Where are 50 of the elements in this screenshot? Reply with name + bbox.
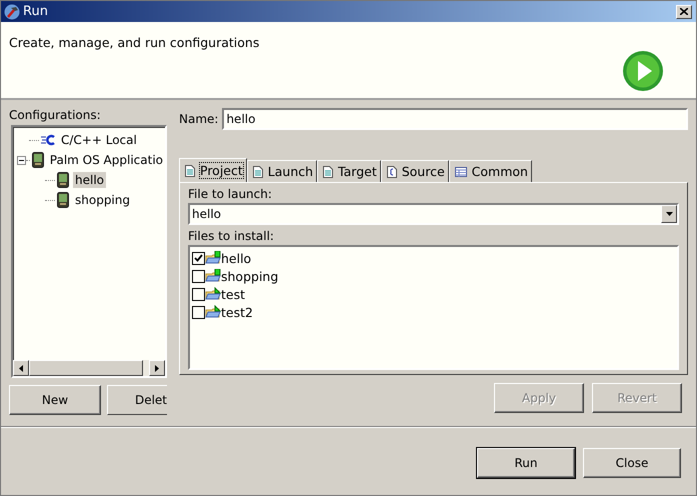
- folder-lib-icon: [205, 305, 221, 319]
- document-icon: [185, 164, 195, 176]
- file-item[interactable]: test2: [221, 304, 253, 320]
- folder-app-icon: [205, 251, 221, 265]
- folder-lib-icon: [205, 287, 221, 301]
- tree-item[interactable]: shopping: [73, 192, 132, 208]
- tab[interactable]: Launch: [246, 160, 318, 182]
- handheld-icon: [32, 152, 44, 168]
- file-to-launch-label: File to launch:: [188, 187, 273, 201]
- checkbox[interactable]: [192, 270, 205, 282]
- name-label: Name:: [179, 112, 218, 126]
- file-item[interactable]: hello: [221, 250, 252, 266]
- tab[interactable]: Target: [317, 160, 381, 182]
- dropdown-arrow-icon: [666, 212, 672, 216]
- folder-app-icon: [205, 269, 221, 283]
- dialog-button[interactable]: Run: [477, 448, 575, 478]
- checkbox[interactable]: [192, 252, 205, 264]
- document-icon: [252, 166, 263, 178]
- hammer-icon: [4, 4, 20, 20]
- configurations-label: Configurations:: [9, 108, 102, 122]
- config-button[interactable]: Delet: [107, 385, 167, 415]
- tree-item[interactable]: C/C++ Local: [59, 132, 139, 148]
- play-icon: [622, 50, 664, 92]
- close-button[interactable]: [676, 4, 692, 18]
- source-file-icon: [386, 166, 397, 178]
- tab[interactable]: Source: [380, 160, 449, 182]
- tab[interactable]: Common: [448, 160, 532, 182]
- checkbox[interactable]: [192, 306, 205, 318]
- checkbox[interactable]: [192, 288, 205, 300]
- left-arrow-icon: [19, 364, 23, 372]
- name-field[interactable]: hello: [222, 108, 688, 130]
- cpp-icon: [41, 134, 55, 146]
- tab[interactable]: Project: [179, 158, 247, 182]
- file-item[interactable]: test: [221, 286, 246, 302]
- dialog-button[interactable]: Close: [583, 448, 681, 478]
- header-message: Create, manage, and run configurations: [9, 35, 260, 50]
- config-button[interactable]: New: [9, 385, 101, 415]
- document-icon: [323, 166, 334, 178]
- files-to-install-label: Files to install:: [188, 229, 275, 243]
- handheld-icon: [57, 192, 69, 208]
- tree-item[interactable]: Palm OS Applicatio: [48, 152, 165, 168]
- close-icon: [680, 8, 688, 15]
- tree-item[interactable]: hello: [73, 172, 106, 188]
- window-title: Run: [23, 4, 49, 19]
- table-icon: [454, 166, 467, 176]
- right-arrow-icon: [155, 364, 159, 372]
- horizontal-scrollbar[interactable]: [13, 360, 165, 376]
- file-dropdown[interactable]: hello: [188, 203, 679, 225]
- file-item[interactable]: shopping: [221, 268, 278, 284]
- handheld-icon: [57, 172, 69, 188]
